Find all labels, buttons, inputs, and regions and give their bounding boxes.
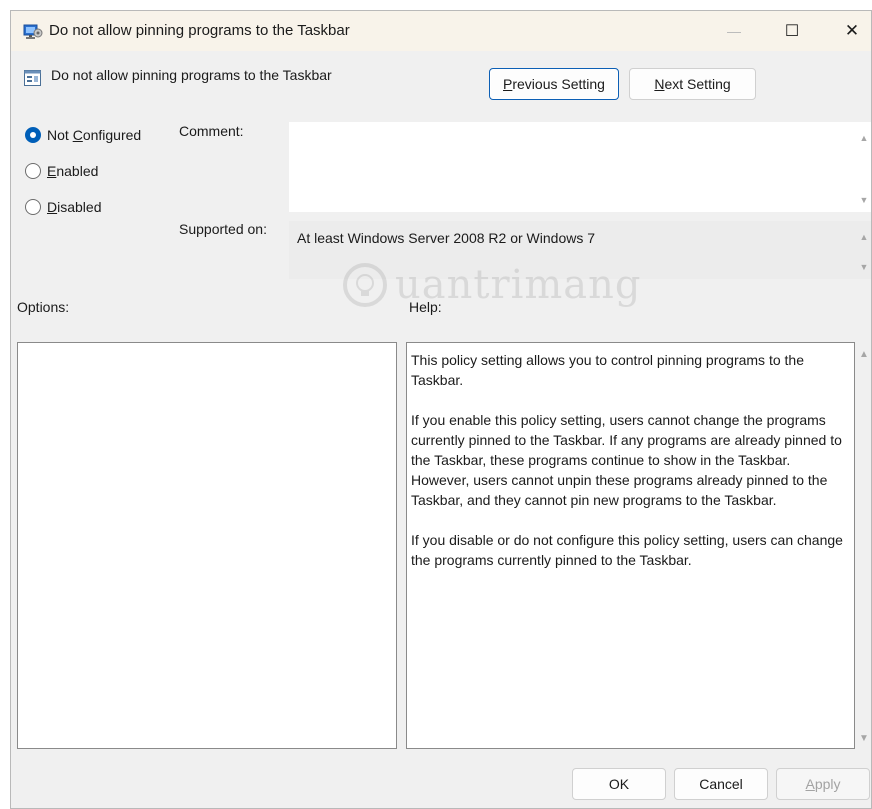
policy-name: Do not allow pinning programs to the Tas…: [51, 67, 332, 83]
apply-label: pply: [814, 776, 841, 792]
previous-setting-label: revious Setting: [512, 76, 605, 92]
minimize-button[interactable]: —: [711, 11, 757, 51]
close-icon: ✕: [844, 21, 860, 40]
group-policy-app-icon: [23, 22, 43, 40]
policy-setting-icon: [23, 68, 43, 88]
cancel-button[interactable]: Cancel: [674, 768, 768, 800]
comment-textarea[interactable]: ▲ ▼: [289, 122, 871, 212]
ok-button[interactable]: OK: [572, 768, 666, 800]
help-scroll-up-icon[interactable]: ▲: [859, 349, 869, 360]
help-paragraph: If you disable or do not configure this …: [411, 532, 843, 568]
ok-label: OK: [608, 776, 630, 792]
supported-on-value: At least Windows Server 2008 R2 or Windo…: [297, 230, 596, 246]
scroll-up-icon[interactable]: ▲: [859, 233, 869, 242]
help-paragraph: If you enable this policy setting, users…: [411, 412, 842, 508]
help-label: Help:: [409, 299, 442, 315]
radio-indicator-selected[interactable]: [25, 127, 41, 143]
next-setting-accel: N: [654, 76, 665, 92]
scroll-down-icon[interactable]: ▼: [859, 196, 869, 205]
apply-button[interactable]: Apply: [776, 768, 870, 800]
radio-label: Enabled: [47, 163, 99, 179]
previous-setting-accel: P: [503, 76, 513, 92]
scroll-down-icon[interactable]: ▼: [859, 263, 869, 272]
next-setting-label: ext Setting: [664, 76, 731, 92]
next-setting-button[interactable]: Next Setting: [629, 68, 756, 100]
options-label: Options:: [17, 299, 70, 315]
window-title: Do not allow pinning programs to the Tas…: [49, 22, 350, 39]
scroll-up-icon[interactable]: ▲: [859, 134, 869, 143]
radio-not-configured[interactable]: Not Configured: [25, 127, 141, 143]
options-panel: [17, 342, 397, 749]
maximize-icon: ☐: [784, 23, 800, 40]
help-paragraph: This policy setting allows you to contro…: [411, 352, 804, 388]
help-scroll-down-icon[interactable]: ▼: [859, 733, 869, 744]
comment-label: Comment:: [179, 123, 244, 139]
radio-label: Not Configured: [47, 127, 142, 143]
supported-on-label: Supported on:: [179, 221, 267, 237]
close-button[interactable]: ✕: [829, 11, 871, 51]
cancel-label: Cancel: [699, 776, 743, 792]
apply-accel: A: [805, 776, 815, 792]
radio-enabled[interactable]: Enabled: [25, 163, 98, 179]
minimize-icon: —: [727, 23, 741, 39]
previous-setting-button[interactable]: Previous Setting: [489, 68, 619, 100]
help-panel: This policy setting allows you to contro…: [406, 342, 855, 749]
maximize-button[interactable]: ☐: [769, 11, 815, 51]
radio-label: Disabled: [47, 199, 102, 215]
supported-on-field: At least Windows Server 2008 R2 or Windo…: [289, 221, 871, 279]
radio-indicator[interactable]: [25, 199, 41, 215]
title-bar: Do not allow pinning programs to the Tas…: [11, 11, 871, 51]
radio-indicator[interactable]: [25, 163, 41, 179]
radio-disabled[interactable]: Disabled: [25, 199, 102, 215]
policy-dialog-window: Do not allow pinning programs to the Tas…: [10, 10, 872, 809]
